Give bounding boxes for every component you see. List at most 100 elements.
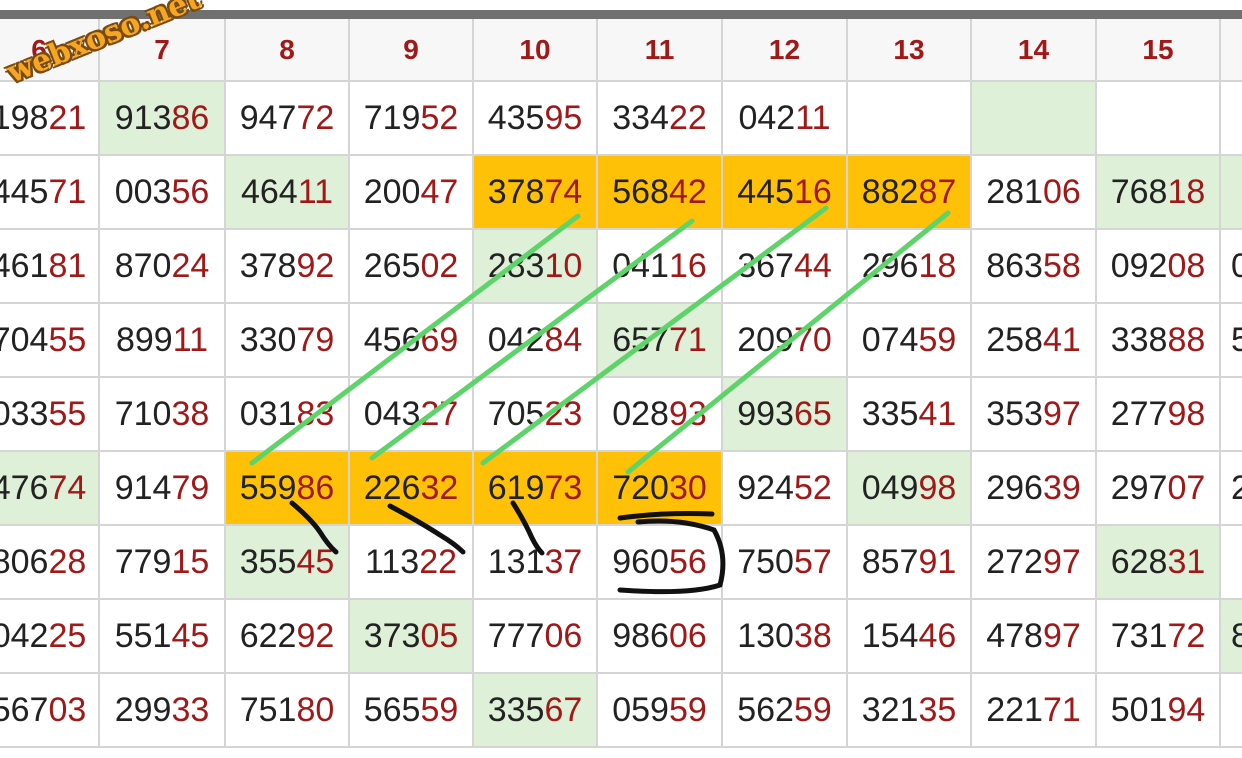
- number-cell: 074 59: [848, 304, 972, 378]
- number-cell: [972, 82, 1097, 156]
- number-cell: 003 56: [100, 156, 226, 230]
- number-cell: 335 41: [848, 378, 972, 452]
- number-cell: 56703: [0, 674, 100, 748]
- number-cell: 200 47: [350, 156, 474, 230]
- column-header-10: 10: [474, 19, 598, 82]
- number-cell: 899 11: [100, 304, 226, 378]
- number-cell: [1221, 82, 1242, 156]
- number-cell: 720 30: [598, 452, 723, 526]
- number-cell: 913 86: [100, 82, 226, 156]
- number-cell: 8: [1221, 600, 1242, 674]
- number-cell: 551 45: [100, 600, 226, 674]
- number-cell: 44571: [0, 156, 100, 230]
- number-cell: 914 79: [100, 452, 226, 526]
- number-cell: 297 07: [1097, 452, 1221, 526]
- number-cell: 960 56: [598, 526, 723, 600]
- number-cell: 367 44: [723, 230, 848, 304]
- column-header-15: 15: [1097, 19, 1221, 82]
- number-cell: 863 58: [972, 230, 1097, 304]
- number-cell: 334 22: [598, 82, 723, 156]
- number-cell: 46181: [0, 230, 100, 304]
- number-cell: 619 73: [474, 452, 598, 526]
- number-cell: 628 31: [1097, 526, 1221, 600]
- number-cell: 042 84: [474, 304, 598, 378]
- column-header-12: 12: [723, 19, 848, 82]
- number-cell: 47674: [0, 452, 100, 526]
- number-cell: [848, 82, 972, 156]
- number-cell: 277 98: [1097, 378, 1221, 452]
- column-header-9: 9: [350, 19, 474, 82]
- number-cell: 131 37: [474, 526, 598, 600]
- number-cell: 154 46: [848, 600, 972, 674]
- number-cell: [1221, 378, 1242, 452]
- number-cell: 272 97: [972, 526, 1097, 600]
- number-cell: 559 86: [226, 452, 350, 526]
- number-cell: 657 71: [598, 304, 723, 378]
- number-cell: 719 52: [350, 82, 474, 156]
- number-cell: 882 87: [848, 156, 972, 230]
- number-cell: [1221, 156, 1242, 230]
- number-cell: 321 35: [848, 674, 972, 748]
- number-cell: 565 59: [350, 674, 474, 748]
- number-cell: 221 71: [972, 674, 1097, 748]
- number-cell: 355 45: [226, 526, 350, 600]
- number-cell: 281 06: [972, 156, 1097, 230]
- number-cell: 03355: [0, 378, 100, 452]
- number-cell: 751 80: [226, 674, 350, 748]
- number-cell: 299 33: [100, 674, 226, 748]
- number-cell: 04225: [0, 600, 100, 674]
- column-header-8: 8: [226, 19, 350, 82]
- number-cell: [1221, 674, 1242, 748]
- number-cell: 731 72: [1097, 600, 1221, 674]
- number-cell: 993 65: [723, 378, 848, 452]
- number-cell: 478 97: [972, 600, 1097, 674]
- number-cell: 19821: [0, 82, 100, 156]
- number-cell: 296 18: [848, 230, 972, 304]
- number-cell: 373 05: [350, 600, 474, 674]
- number-cell: 464 11: [226, 156, 350, 230]
- number-cell: 622 92: [226, 600, 350, 674]
- number-cell: 028 93: [598, 378, 723, 452]
- number-cell: 777 06: [474, 600, 598, 674]
- number-cell: 5: [1221, 304, 1242, 378]
- number-cell: 296 39: [972, 452, 1097, 526]
- number-cell: [1097, 82, 1221, 156]
- number-cell: 338 88: [1097, 304, 1221, 378]
- number-cell: 857 91: [848, 526, 972, 600]
- number-cell: 335 67: [474, 674, 598, 748]
- number-cell: 0: [1221, 230, 1242, 304]
- number-cell: 70455: [0, 304, 100, 378]
- number-cell: 562 59: [723, 674, 848, 748]
- number-cell: 870 24: [100, 230, 226, 304]
- number-cell: 924 52: [723, 452, 848, 526]
- number-cell: 501 94: [1097, 674, 1221, 748]
- number-cell: 80628: [0, 526, 100, 600]
- column-header-11: 11: [598, 19, 723, 82]
- number-cell: 226 32: [350, 452, 474, 526]
- number-cell: 031 83: [226, 378, 350, 452]
- number-cell: 2: [1221, 452, 1242, 526]
- number-cell: 353 97: [972, 378, 1097, 452]
- number-cell: 456 69: [350, 304, 474, 378]
- lottery-grid-screenshot: 6789101112131415198219138694772719524359…: [0, 0, 1242, 758]
- number-cell: [1221, 526, 1242, 600]
- number-cell: 113 22: [350, 526, 474, 600]
- number-cell: 330 79: [226, 304, 350, 378]
- column-header-14: 14: [972, 19, 1097, 82]
- number-cell: 750 57: [723, 526, 848, 600]
- number-cell: 042 11: [723, 82, 848, 156]
- number-cell: 258 41: [972, 304, 1097, 378]
- number-cell: 130 38: [723, 600, 848, 674]
- number-cell: 059 59: [598, 674, 723, 748]
- number-cell: 705 23: [474, 378, 598, 452]
- number-cell: 779 15: [100, 526, 226, 600]
- number-cell: 947 72: [226, 82, 350, 156]
- number-cell: 041 16: [598, 230, 723, 304]
- number-cell: 568 42: [598, 156, 723, 230]
- number-cell: 283 10: [474, 230, 598, 304]
- number-cell: 710 38: [100, 378, 226, 452]
- number-cell: 445 16: [723, 156, 848, 230]
- number-cell: 209 70: [723, 304, 848, 378]
- column-header-extra: [1221, 19, 1242, 82]
- number-cell: 986 06: [598, 600, 723, 674]
